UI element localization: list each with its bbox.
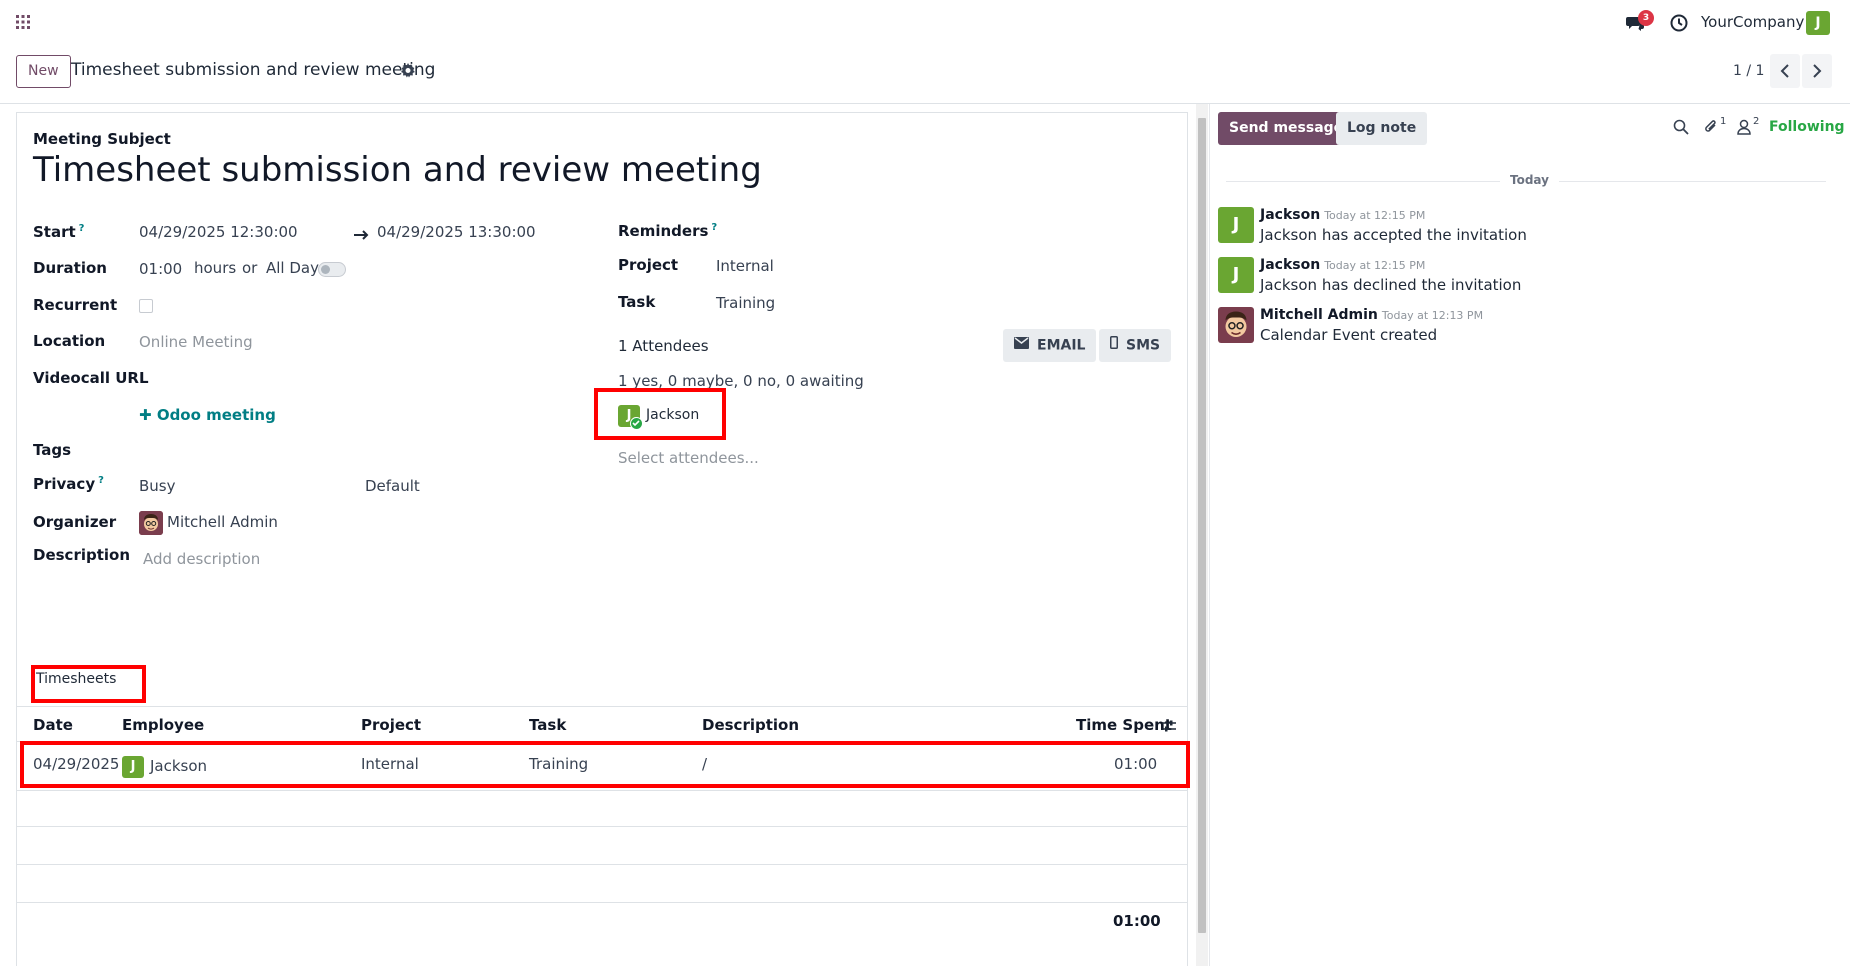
- meeting-subject-label: Meeting Subject: [33, 130, 171, 148]
- column-date[interactable]: Date: [33, 716, 73, 734]
- user-avatar[interactable]: J: [1806, 11, 1830, 35]
- highlight-timesheet-row: [20, 741, 1190, 788]
- chatter-message: J Jackson Today at 12:15 PM Jackson has a…: [1218, 205, 1818, 251]
- gear-icon[interactable]: [400, 63, 416, 79]
- plus-icon: ✚: [139, 406, 152, 424]
- company-switcher[interactable]: YourCompany: [1701, 13, 1804, 31]
- row-divider: [16, 864, 1188, 865]
- message-author-avatar: [1218, 307, 1254, 343]
- help-icon[interactable]: ?: [98, 475, 104, 486]
- show-as-select[interactable]: Busy: [139, 477, 176, 495]
- message-author[interactable]: Jackson: [1260, 207, 1320, 223]
- description-label: Description: [33, 546, 131, 564]
- recurrent-label: Recurrent: [33, 296, 118, 314]
- recurrent-checkbox[interactable]: [139, 299, 153, 313]
- privacy-label: Privacy?: [33, 475, 104, 493]
- allday-toggle[interactable]: [318, 262, 346, 277]
- message-author[interactable]: Mitchell Admin: [1260, 307, 1378, 323]
- column-project[interactable]: Project: [361, 716, 421, 734]
- videocall-label: Videocall URL: [33, 369, 149, 387]
- search-icon[interactable]: [1673, 119, 1689, 135]
- description-input[interactable]: Add description: [143, 550, 260, 568]
- attachments-icon[interactable]: [1703, 118, 1719, 136]
- duration-label: Duration: [33, 259, 107, 277]
- message-time: Today at 12:13 PM: [1381, 309, 1484, 322]
- followers-icon[interactable]: [1737, 119, 1751, 135]
- email-button[interactable]: EMAIL: [1003, 329, 1097, 362]
- odoo-meeting-link[interactable]: ✚ Odoo meeting: [139, 406, 276, 424]
- following-button[interactable]: Following: [1769, 119, 1845, 135]
- activity-clock-icon[interactable]: [1670, 14, 1688, 32]
- message-content: Jackson Today at 12:15 PM Jackson has dec…: [1260, 255, 1521, 294]
- chatter-message: J Jackson Today at 12:15 PM Jackson has d…: [1218, 255, 1818, 301]
- message-body: Jackson has accepted the invitation: [1260, 226, 1527, 244]
- organizer-label: Organizer: [33, 513, 117, 531]
- row-divider: [16, 790, 1188, 791]
- message-time: Today at 12:15 PM: [1324, 209, 1426, 222]
- message-content: Jackson Today at 12:15 PM Jackson has acc…: [1260, 205, 1527, 244]
- attendees-count: 1 Attendees: [618, 337, 709, 355]
- highlight-attendee: [594, 388, 726, 440]
- new-button[interactable]: New: [16, 55, 71, 88]
- optional-columns-icon[interactable]: [1161, 718, 1177, 734]
- start-label: Start?: [33, 223, 85, 241]
- start-from-input[interactable]: 04/29/2025 12:30:00: [139, 223, 298, 241]
- sms-button[interactable]: SMS: [1099, 329, 1172, 362]
- message-body: Jackson has declined the invitation: [1260, 276, 1522, 294]
- breadcrumb-title: Timesheet submission and review meeting: [71, 60, 436, 80]
- message-author-avatar: J: [1218, 207, 1254, 243]
- message-body: Calendar Event created: [1260, 326, 1438, 344]
- column-time-spent[interactable]: Time Spent: [1076, 716, 1172, 734]
- mobile-icon: [1110, 329, 1118, 362]
- message-author[interactable]: Jackson: [1260, 257, 1320, 273]
- select-attendees-input[interactable]: Select attendees...: [618, 449, 759, 467]
- pager-next-button[interactable]: [1802, 54, 1832, 88]
- location-label: Location: [33, 332, 106, 350]
- message-content: Mitchell Admin Today at 12:13 PM Calendar…: [1260, 305, 1483, 344]
- message-author-avatar: J: [1218, 257, 1254, 293]
- send-message-button[interactable]: Send message: [1218, 112, 1355, 145]
- location-input[interactable]: Online Meeting: [139, 333, 253, 351]
- project-input[interactable]: Internal: [716, 257, 774, 275]
- start-to-input[interactable]: 04/29/2025 13:30:00: [377, 223, 536, 241]
- app-menu-icon[interactable]: [16, 15, 30, 29]
- form-scrollbar-thumb[interactable]: [1198, 118, 1206, 933]
- message-time: Today at 12:15 PM: [1324, 259, 1426, 272]
- highlight-timesheets-tab: [31, 665, 146, 703]
- project-label: Project: [618, 256, 679, 274]
- help-icon[interactable]: ?: [79, 223, 85, 234]
- envelope-icon: [1014, 329, 1029, 362]
- tags-label: Tags: [33, 441, 72, 459]
- followers-count: 2: [1753, 116, 1760, 127]
- top-navbar: 3 YourCompany J: [0, 0, 1850, 46]
- day-divider-label: Today: [1500, 173, 1559, 187]
- tab-divider: [16, 706, 1188, 707]
- arrow-right-icon: [354, 227, 370, 240]
- or-text: or: [242, 259, 258, 277]
- organizer-value[interactable]: Mitchell Admin: [167, 513, 278, 531]
- reminders-label: Reminders?: [618, 222, 718, 240]
- chatter-message: Mitchell Admin Today at 12:13 PM Calendar…: [1218, 305, 1818, 351]
- task-input[interactable]: Training: [716, 294, 775, 312]
- duration-input[interactable]: 01:00: [139, 260, 182, 278]
- pager-previous-button[interactable]: [1770, 54, 1800, 88]
- privacy-select[interactable]: Default: [365, 477, 420, 495]
- row-divider: [16, 826, 1188, 827]
- task-label: Task: [618, 293, 656, 311]
- log-note-button[interactable]: Log note: [1336, 112, 1428, 145]
- allday-label: All Day: [266, 259, 319, 277]
- control-panel: New Timesheet submission and review meet…: [0, 46, 1850, 104]
- organizer-avatar: [139, 511, 163, 535]
- row-divider: [16, 902, 1188, 903]
- column-employee[interactable]: Employee: [122, 716, 204, 734]
- hours-text: hours: [194, 259, 237, 277]
- attachments-count: 1: [1720, 116, 1727, 127]
- meeting-subject-input[interactable]: Timesheet submission and review meeting: [33, 150, 762, 190]
- column-task[interactable]: Task: [529, 716, 566, 734]
- time-spent-total: 01:00: [1113, 912, 1161, 930]
- column-description[interactable]: Description: [702, 716, 799, 734]
- pager-value[interactable]: 1 / 1: [1733, 63, 1764, 79]
- help-icon[interactable]: ?: [711, 222, 717, 233]
- messages-badge: 3: [1638, 10, 1654, 26]
